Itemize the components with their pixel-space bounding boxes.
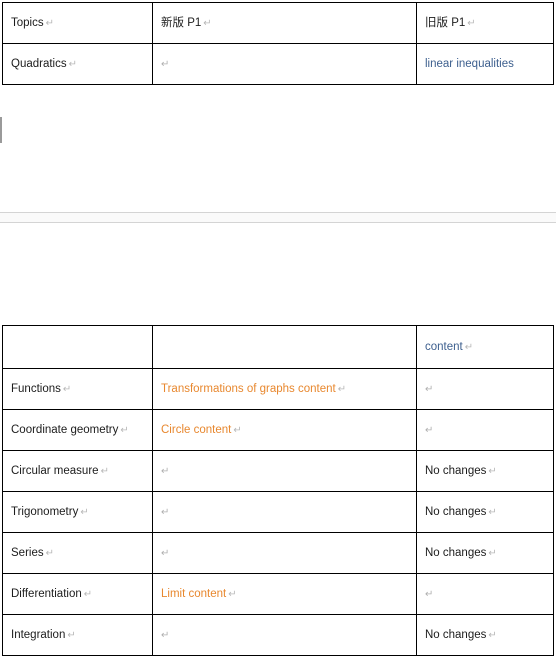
paragraph-mark-icon: ↵ [161,547,170,559]
table-cell[interactable]: content ↵ [416,325,554,369]
cell-label: No changes [425,628,487,641]
syllabus-comparison-table-bottom[interactable]: content ↵ Functions ↵ Transformations of gra… [2,325,554,656]
paragraph-mark-icon: ↵ [67,629,76,641]
cell-label: Series [11,546,44,559]
table-cell[interactable]: Coordinate geometry ↵ [2,409,153,451]
cell-label: linear inequalities [425,57,514,70]
paragraph-mark-icon: ↵ [161,629,170,641]
table-cell[interactable]: Circular measure ↵ [2,450,153,492]
table-cell[interactable]: ↵ [152,532,417,574]
table-row: Quadratics ↵ ↵ linear inequalities [2,43,554,85]
cell-label: Integration [11,628,66,641]
document-page: Topics ↵ 新版 P1 ↵ 旧版 P1 ↵ Quadratics ↵ ↵ linear in… [0,0,556,663]
text-cursor-caret [0,117,2,143]
paragraph-mark-icon: ↵ [120,424,129,436]
paragraph-mark-icon: ↵ [425,588,434,600]
table-cell[interactable]: Functions ↵ [2,368,153,410]
cell-label: Trigonometry [11,505,79,518]
table-cell[interactable]: ↵ [152,43,417,85]
table-header-cell[interactable]: Topics ↵ [2,2,153,44]
table-bottom-body: content ↵ Functions ↵ Transformations of gra… [2,325,554,656]
paragraph-mark-icon: ↵ [488,629,497,641]
table-cell[interactable]: Series ↵ [2,532,153,574]
paragraph-mark-icon: ↵ [233,424,242,436]
table-header-row: Topics ↵ 新版 P1 ↵ 旧版 P1 ↵ [2,2,554,44]
cell-label: content [425,340,463,353]
cell-label: No changes [425,505,487,518]
table-cell[interactable]: ↵ [416,573,554,615]
table-cell[interactable]: Quadratics ↵ [2,43,153,85]
table-cell[interactable]: No changes ↵ [416,532,554,574]
table-row: Integration ↵ ↵ No changes ↵ [2,614,554,656]
paragraph-mark-icon: ↵ [228,588,237,600]
cell-label: Limit content [161,587,227,600]
table-cell[interactable]: ↵ [416,409,554,451]
table-cell[interactable]: ↵ [152,491,417,533]
paragraph-mark-icon: ↵ [45,547,54,559]
column-header-label: Topics [11,16,44,29]
paragraph-mark-icon: ↵ [464,341,474,353]
cell-label: Coordinate geometry [11,423,119,436]
table-cell[interactable]: Transformations of graphs content ↵ [152,368,417,410]
cell-label: Transformations of graphs content [161,382,336,395]
table-cell[interactable]: Differentiation ↵ [2,573,153,615]
table-row: Differentiation ↵ Limit content ↵ ↵ [2,573,554,615]
table-cell[interactable]: Integration ↵ [2,614,153,656]
table-header-cell[interactable]: 新版 P1 ↵ [152,2,417,44]
table-cell[interactable]: Limit content ↵ [152,573,417,615]
table-cell[interactable]: Trigonometry ↵ [2,491,153,533]
paragraph-mark-icon: ↵ [80,506,89,518]
table-cell[interactable]: linear inequalities [416,43,554,85]
table-row: Series ↵ ↵ No changes ↵ [2,532,554,574]
paragraph-mark-icon: ↵ [203,17,212,29]
table-row: Functions ↵ Transformations of graphs cont… [2,368,554,410]
table-cell[interactable]: Circle content ↵ [152,409,417,451]
paragraph-mark-icon: ↵ [62,383,72,395]
paragraph-mark-icon: ↵ [337,383,347,395]
paragraph-mark-icon: ↵ [100,465,109,477]
paragraph-mark-icon: ↵ [68,58,77,70]
cell-label: No changes [425,546,487,559]
table-header-cell[interactable]: 旧版 P1 ↵ [416,2,554,44]
table-cell[interactable]: No changes ↵ [416,491,554,533]
table-cell[interactable]: No changes ↵ [416,614,554,656]
paragraph-mark-icon: ↵ [488,465,497,477]
table-row: content ↵ [2,325,554,369]
cell-label: No changes [425,464,487,477]
table-cell[interactable]: No changes ↵ [416,450,554,492]
cell-label: Functions [11,382,61,395]
paragraph-mark-icon: ↵ [488,547,497,559]
table-row: Circular measure ↵ ↵ No changes ↵ [2,450,554,492]
syllabus-comparison-table-top[interactable]: Topics ↵ 新版 P1 ↵ 旧版 P1 ↵ Quadratics ↵ ↵ linear in… [2,2,554,85]
paragraph-mark-icon: ↵ [45,17,54,29]
paragraph-mark-icon: ↵ [425,424,434,436]
cell-label: Circular measure [11,464,99,477]
table-cell[interactable]: ↵ [152,614,417,656]
column-header-label: 旧版 P1 [425,16,466,29]
cell-label: Differentiation [11,587,82,600]
cell-label: Circle content [161,423,232,436]
table-cell[interactable]: ↵ [416,368,554,410]
table-row: Coordinate geometry ↵ Circle content ↵ ↵ [2,409,554,451]
paragraph-mark-icon: ↵ [488,506,497,518]
paragraph-mark-icon: ↵ [161,58,170,70]
column-header-label: 新版 P1 [161,16,202,29]
table-cell[interactable]: ↵ [152,450,417,492]
paragraph-mark-icon: ↵ [467,17,476,29]
table-top-body: Topics ↵ 新版 P1 ↵ 旧版 P1 ↵ Quadratics ↵ ↵ linear in… [2,2,554,85]
cell-label: Quadratics [11,57,67,70]
paragraph-mark-icon: ↵ [161,465,170,477]
table-cell[interactable] [2,325,153,369]
table-row: Trigonometry ↵ ↵ No changes ↵ [2,491,554,533]
paragraph-mark-icon: ↵ [83,588,93,600]
table-cell[interactable] [152,325,417,369]
paragraph-mark-icon: ↵ [425,383,434,395]
paragraph-mark-icon: ↵ [161,506,170,518]
page-break-separator [0,212,556,223]
